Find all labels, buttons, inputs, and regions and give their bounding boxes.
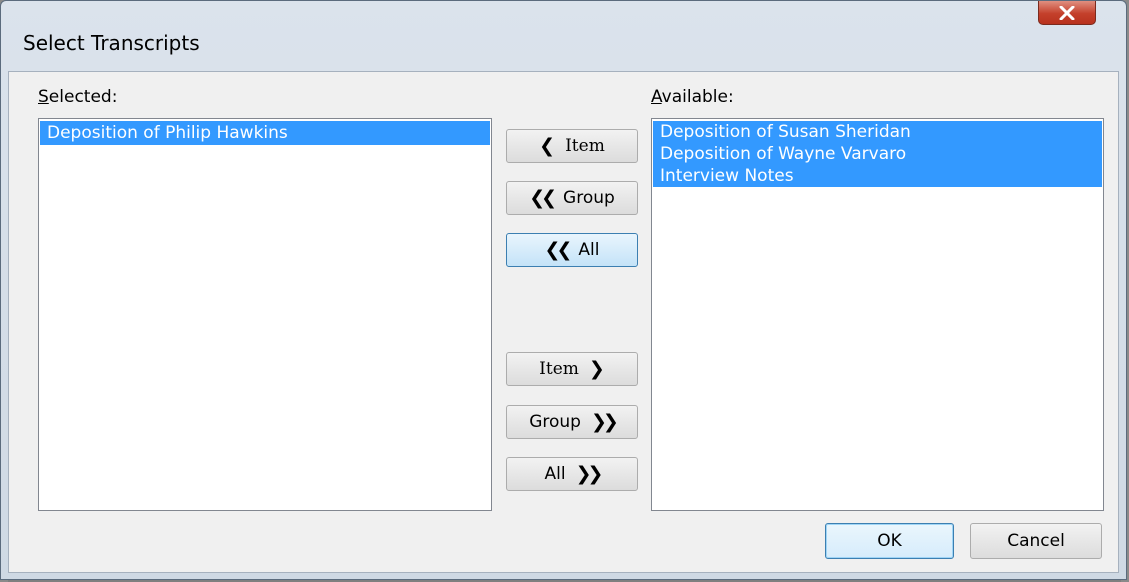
double-chevron-left-icon: ❮❮ <box>544 238 573 261</box>
chevron-left-icon: ❮ <box>539 134 556 157</box>
close-icon <box>1059 5 1075 20</box>
close-button[interactable] <box>1038 1 1096 25</box>
move-item-left-button[interactable]: ❮ Item <box>506 129 638 163</box>
double-chevron-left-icon: ❮❮ <box>529 186 557 209</box>
ok-button[interactable]: OK <box>825 523 954 559</box>
move-item-left-label: Item <box>565 136 605 156</box>
selected-label: Selected: <box>38 87 117 107</box>
double-chevron-right-icon: ❯❯ <box>575 462 604 485</box>
selected-listbox[interactable]: Deposition of Philip Hawkins <box>38 118 492 511</box>
move-group-right-label: Group <box>529 412 581 432</box>
move-item-right-button[interactable]: Item ❯ <box>506 352 638 386</box>
move-all-right-button[interactable]: All ❯❯ <box>506 457 638 491</box>
move-item-right-label: Item <box>539 359 579 379</box>
selected-label-mnemonic: S <box>38 87 49 107</box>
available-label: Available: <box>651 87 734 107</box>
available-label-text: vailable: <box>661 87 734 107</box>
move-all-left-label: All <box>578 240 600 260</box>
move-group-right-button[interactable]: Group ❯❯ <box>506 405 638 439</box>
title-bar[interactable]: Select Transcripts <box>1 1 1126 71</box>
cancel-button[interactable]: Cancel <box>970 523 1102 559</box>
available-list-item[interactable]: Deposition of Wayne Varvaro <box>653 143 1102 165</box>
available-label-mnemonic: A <box>651 87 662 107</box>
select-transcripts-dialog: Select Transcripts Selected: Deposition … <box>0 0 1127 580</box>
move-all-left-button[interactable]: ❮❮ All <box>506 233 638 267</box>
available-listbox[interactable]: Deposition of Susan Sheridan Deposition … <box>651 118 1104 511</box>
selected-label-text: elected: <box>48 87 118 107</box>
available-list-item[interactable]: Interview Notes <box>653 165 1102 187</box>
move-group-left-label: Group <box>563 188 615 208</box>
dialog-title: Select Transcripts <box>23 31 200 55</box>
move-group-left-button[interactable]: ❮❮ Group <box>506 181 638 215</box>
selected-list-item[interactable]: Deposition of Philip Hawkins <box>40 121 490 145</box>
move-all-right-label: All <box>544 464 566 484</box>
dialog-body: Selected: Deposition of Philip Hawkins A… <box>8 71 1119 573</box>
chevron-right-icon: ❯ <box>588 357 605 380</box>
available-list-item[interactable]: Deposition of Susan Sheridan <box>653 121 1102 143</box>
double-chevron-right-icon: ❯❯ <box>590 410 619 433</box>
